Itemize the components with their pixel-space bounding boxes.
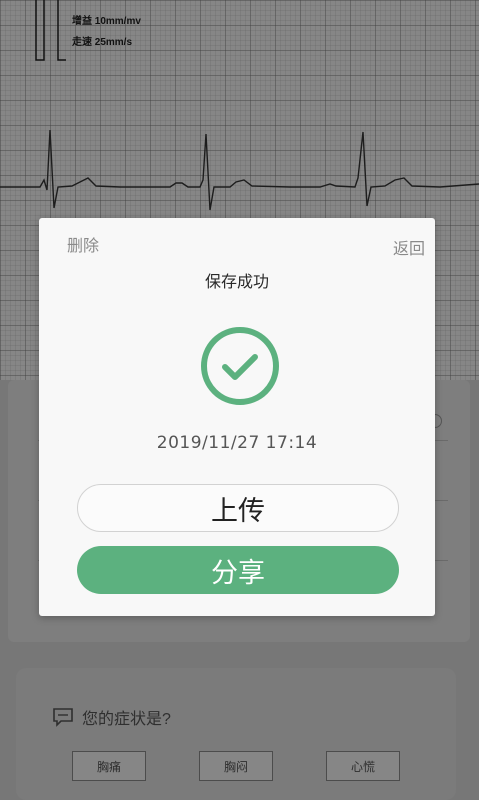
save-success-dialog: 删除 返回 保存成功 2019/11/27 17:14 上传 分享 — [39, 218, 435, 616]
calibration-mark — [35, 0, 66, 61]
dialog-title: 保存成功 — [204, 274, 269, 291]
symptom-chip-chest-pain[interactable]: 胸痛 — [72, 751, 146, 781]
symptom-chip-palpitation[interactable]: 心慌 — [326, 751, 400, 781]
speed-label: 走速 25mm/s — [72, 37, 133, 48]
delete-button[interactable]: 删除 — [67, 232, 99, 256]
upload-button-label: 上传 — [211, 495, 265, 526]
share-button[interactable]: 分享 — [77, 546, 399, 594]
save-timestamp: 2019/11/27 17:14 — [156, 433, 318, 453]
share-button-label: 分享 — [211, 557, 265, 588]
ecg-waveform — [0, 129, 479, 211]
check-circle-icon — [201, 327, 279, 405]
upload-button[interactable]: 上传 — [77, 484, 399, 532]
back-button[interactable]: 返回 — [393, 235, 425, 259]
symptom-question-text: 您的症状是? — [82, 711, 171, 728]
gain-label: 增益 10mm/mv — [72, 16, 141, 27]
symptom-chip-chest-tightness[interactable]: 胸闷 — [199, 751, 273, 781]
symptom-question: 您的症状是? — [52, 705, 171, 729]
chat-icon — [53, 708, 73, 727]
